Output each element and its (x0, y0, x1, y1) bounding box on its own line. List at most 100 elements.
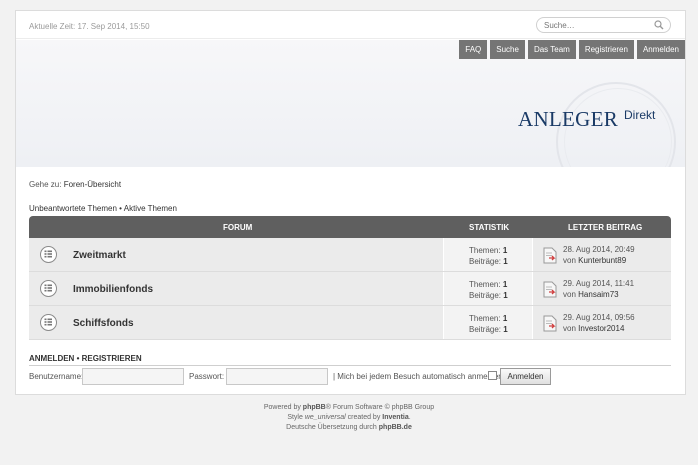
posts-label: Beiträge: (469, 291, 502, 300)
breadcrumb-forum-index[interactable]: Foren-Übersicht (64, 180, 121, 189)
forum-main-cell: Schiffsfonds (29, 306, 443, 339)
forum-table-header: FORUM STATISTIK LETZTER BEITRAG (29, 216, 671, 238)
breadcrumb: Gehe zu: Foren-Übersicht (29, 180, 121, 189)
forum-title-link[interactable]: Zweitmarkt (73, 250, 126, 261)
header-banner: FAQ Suche Das Team Registrieren Anmelden… (16, 40, 685, 167)
topics-label: Themen: (469, 314, 501, 323)
posts-value: 1 (503, 257, 508, 266)
topics-count: Themen: 1 (469, 314, 507, 323)
login-divider (29, 365, 671, 366)
breadcrumb-prefix: Gehe zu: (29, 180, 62, 189)
menu-item-team[interactable]: Das Team (527, 40, 576, 59)
footer-translation-label: Deutsche Übersetzung durch (286, 424, 377, 431)
register-heading-link[interactable]: REGISTRIEREN (82, 354, 142, 363)
remember-me-label: | Mich bei jedem Besuch automatisch anme… (333, 372, 503, 381)
forum-title-link[interactable]: Schiffsfonds (73, 318, 134, 329)
username-field[interactable] (82, 368, 184, 385)
menu-item-register[interactable]: Registrieren (578, 40, 634, 59)
search-input[interactable] (544, 20, 654, 31)
footer-software-text: ® Forum Software © phpBB Group (325, 404, 435, 411)
by-label: von (563, 324, 576, 333)
topics-count: Themen: 1 (469, 280, 507, 289)
posts-value: 1 (503, 325, 508, 334)
menu-item-login[interactable]: Anmelden (636, 40, 685, 59)
password-field[interactable] (226, 368, 328, 385)
last-post-icon[interactable] (543, 247, 557, 264)
topics-label: Themen: (469, 280, 501, 289)
forum-stats-cell: Themen: 1 Beiträge: 1 (444, 272, 532, 305)
posts-label: Beiträge: (469, 257, 502, 266)
site-logo-sub[interactable]: Direkt (624, 108, 655, 122)
site-logo-main[interactable]: ANLEGER (518, 107, 618, 132)
quick-links: Unbeantwortete Themen • Aktive Themen (29, 204, 177, 213)
last-post-author: von Hansaim73 (563, 290, 619, 299)
login-button[interactable]: Anmelden (500, 368, 551, 385)
login-heading-link[interactable]: ANMELDEN (29, 354, 74, 363)
forum-title-link[interactable]: Immobilienfonds (73, 284, 153, 295)
topics-label: Themen: (469, 246, 501, 255)
topics-value: 1 (502, 280, 508, 289)
menu-item-search[interactable]: Suche (490, 40, 525, 59)
footer-period: . (408, 414, 411, 421)
forum-last-post-cell: 29. Aug 2014, 11:41 von Hansaim73 (533, 272, 671, 305)
footer-line-1: Powered by phpBB® Forum Software © phpBB… (0, 403, 698, 413)
login-heading-separator: • (76, 354, 80, 363)
last-post-icon[interactable] (543, 281, 557, 298)
forum-last-post-cell: 29. Aug 2014, 09:56 von Investor2014 (533, 306, 671, 339)
last-post-author: von Kunterbunt89 (563, 256, 626, 265)
forum-read-icon (40, 246, 57, 263)
last-post-user-link[interactable]: Hansaim73 (578, 290, 618, 299)
username-label: Benutzername: (29, 372, 84, 381)
footer-line-2: Style we_universal created by Inventia. (0, 413, 698, 423)
posts-value: 1 (503, 291, 508, 300)
footer-powered-by: Powered by (263, 404, 301, 411)
last-post-date: 29. Aug 2014, 09:56 (563, 313, 635, 322)
last-post-icon[interactable] (543, 315, 557, 332)
last-post-date: 28. Aug 2014, 20:49 (563, 245, 635, 254)
page-wrapper: Aktuelle Zeit: 17. Sep 2014, 15:50 FAQ S… (15, 10, 686, 395)
top-bar: Aktuelle Zeit: 17. Sep 2014, 15:50 (16, 11, 685, 39)
forum-main-cell: Immobilienfonds (29, 272, 443, 305)
header-last-post: LETZTER BEITRAG (568, 223, 643, 232)
forum-row: Zweitmarkt Themen: 1 Beiträge: 1 28. Aug… (29, 238, 671, 272)
header-forum: FORUM (223, 223, 253, 232)
last-post-user-link[interactable]: Investor2014 (578, 324, 624, 333)
footer-created-by: created by (347, 414, 381, 421)
current-time: Aktuelle Zeit: 17. Sep 2014, 15:50 (29, 22, 150, 31)
footer-style-label: Style (287, 414, 303, 421)
forum-last-post-cell: 28. Aug 2014, 20:49 von Kunterbunt89 (533, 238, 671, 271)
footer: Powered by phpBB® Forum Software © phpBB… (0, 403, 698, 433)
topics-value: 1 (502, 246, 508, 255)
quick-links-separator: • (119, 204, 122, 213)
forum-stats-cell: Themen: 1 Beiträge: 1 (444, 306, 532, 339)
posts-label: Beiträge: (469, 325, 502, 334)
footer-phpbb-link[interactable]: phpBB (303, 404, 326, 411)
active-topics-link[interactable]: Aktive Themen (124, 204, 177, 213)
footer-phpbbde-link[interactable]: phpBB.de (379, 424, 412, 431)
search-box[interactable] (536, 17, 671, 33)
topics-count: Themen: 1 (469, 246, 507, 255)
login-heading: ANMELDEN • REGISTRIEREN (29, 354, 142, 363)
forum-read-icon (40, 314, 57, 331)
posts-count: Beiträge: 1 (469, 257, 508, 266)
last-post-author: von Investor2014 (563, 324, 624, 333)
by-label: von (563, 256, 576, 265)
by-label: von (563, 290, 576, 299)
unanswered-topics-link[interactable]: Unbeantwortete Themen (29, 204, 117, 213)
last-post-user-link[interactable]: Kunterbunt89 (578, 256, 626, 265)
password-label: Passwort: (189, 372, 225, 381)
forum-main-cell: Zweitmarkt (29, 238, 443, 271)
footer-inventia-link[interactable]: Inventia (382, 414, 408, 421)
posts-count: Beiträge: 1 (469, 325, 508, 334)
forum-stats-cell: Themen: 1 Beiträge: 1 (444, 238, 532, 271)
forum-table: FORUM STATISTIK LETZTER BEITRAG Zweitmar… (29, 216, 671, 340)
forum-row: Schiffsfonds Themen: 1 Beiträge: 1 29. A… (29, 306, 671, 340)
main-menu: FAQ Suche Das Team Registrieren Anmelden (459, 40, 685, 59)
menu-item-faq[interactable]: FAQ (459, 40, 488, 59)
topics-value: 1 (502, 314, 508, 323)
remember-me-checkbox[interactable] (488, 371, 497, 380)
forum-row: Immobilienfonds Themen: 1 Beiträge: 1 29… (29, 272, 671, 306)
search-icon[interactable] (654, 20, 664, 30)
footer-line-3: Deutsche Übersetzung durch phpBB.de (0, 423, 698, 433)
forum-read-icon (40, 280, 57, 297)
